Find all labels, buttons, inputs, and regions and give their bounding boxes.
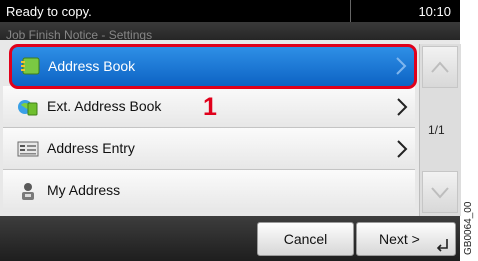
callout-number: 1 <box>203 93 217 121</box>
list-item-address-entry[interactable]: Address Entry <box>3 128 415 170</box>
scroll-up-button[interactable] <box>422 46 458 88</box>
status-divider <box>350 0 351 22</box>
list-item-label: Address Book <box>48 58 136 74</box>
chevron-up-icon <box>431 61 449 73</box>
cancel-label: Cancel <box>283 231 328 247</box>
ext-address-book-icon <box>18 100 38 116</box>
status-message: Ready to copy. <box>6 4 92 19</box>
figure-reference: GB0064_00 <box>463 201 474 255</box>
my-address-icon <box>22 183 34 200</box>
list-item-address-book[interactable]: Address Book <box>9 44 417 89</box>
screen-title-bar: Job Finish Notice - Settings <box>0 22 460 40</box>
chevron-right-icon <box>396 57 407 75</box>
status-time: 10:10 <box>418 4 451 19</box>
chevron-down-icon <box>431 187 449 199</box>
chevron-right-icon <box>397 98 408 116</box>
cancel-button[interactable]: Cancel <box>257 222 354 256</box>
list-item-label: Address Entry <box>47 140 135 156</box>
status-bar: Ready to copy. 10:10 <box>0 0 460 22</box>
enter-icon <box>436 239 448 252</box>
address-entry-icon <box>17 141 39 157</box>
list-item-label: My Address <box>47 182 121 198</box>
list-item-label: Ext. Address Book <box>47 98 162 114</box>
destination-list: Address Entry Ext. Address Book My Addre… <box>0 40 460 216</box>
next-button[interactable]: Next > <box>356 222 456 256</box>
footer-bar: Cancel Next > <box>0 216 460 261</box>
list-item-my-address[interactable]: My Address <box>3 170 415 212</box>
chevron-right-icon <box>397 140 408 158</box>
screen-title: Job Finish Notice - Settings <box>6 28 153 40</box>
address-book-icon <box>21 57 40 75</box>
page-indicator: 1/1 <box>428 123 445 137</box>
scroll-panel: 1/1 <box>419 44 461 216</box>
scroll-down-button[interactable] <box>422 171 458 213</box>
